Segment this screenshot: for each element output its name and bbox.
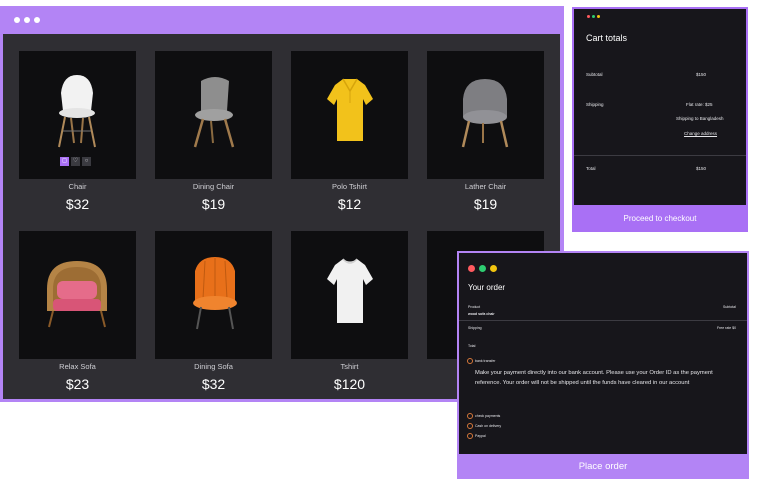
shipping-rate: Flat rate: $25 (686, 102, 713, 107)
window-dot (479, 265, 486, 272)
your-order-panel: Your order Product Subtotal wood sofa ch… (457, 251, 749, 479)
shipping-destination: Shipping to Bangladesh (676, 116, 724, 121)
paypal-radio[interactable] (467, 433, 473, 439)
yellow-polo-tshirt-image[interactable] (291, 51, 408, 179)
bank-transfer-radio[interactable] (467, 358, 473, 364)
gray-dining-chair-image[interactable] (155, 51, 272, 179)
check-payments-label[interactable]: check payments (475, 414, 500, 418)
product-price: $120 (333, 376, 366, 392)
subtotal-label: Subtotal (586, 72, 603, 77)
window-dot (592, 15, 595, 18)
payment-description: Make your payment directly into our bank… (475, 370, 713, 386)
subtotal-column-header: Subtotal (723, 305, 736, 309)
cash-on-delivery-label[interactable]: Cash on delivery (475, 424, 501, 428)
subtotal-value: $150 (696, 72, 707, 77)
heart-icon[interactable]: ♡ (71, 157, 80, 166)
order-shipping-value: Free rate $0 (717, 326, 737, 330)
window-dot (597, 15, 600, 18)
shop-titlebar (0, 6, 564, 34)
your-order-title: Your order (468, 283, 506, 292)
cart-totals-panel: Cart totals Subtotal $150 Shipping Flat … (572, 7, 748, 232)
product-name[interactable]: Chair (19, 182, 136, 191)
change-address-link[interactable]: Change address (684, 131, 717, 136)
product-name[interactable]: Dining Chair (155, 182, 272, 191)
window-dot (468, 265, 475, 272)
white-chair-image[interactable]: ◻ ♡ ○ (19, 51, 136, 179)
divider (459, 320, 747, 321)
white-tshirt-image[interactable] (291, 231, 408, 359)
product-price: $19 (201, 196, 226, 212)
place-order-button[interactable]: Place order (457, 454, 749, 479)
product-name[interactable]: Relax Sofa (19, 362, 136, 371)
order-product-name: wood sofa chair (468, 312, 495, 316)
window-dot (490, 265, 497, 272)
gray-leather-chair-image[interactable] (427, 51, 544, 179)
window-dot (34, 17, 40, 23)
product-name[interactable]: Polo Tshirt (291, 182, 408, 191)
total-label: Total (586, 166, 596, 171)
cart-totals-title: Cart totals (586, 33, 628, 43)
product-price: $12 (337, 196, 362, 212)
order-total-label: Total (468, 344, 476, 348)
cart-icon[interactable]: ◻ (60, 157, 69, 166)
cart-totals-body: Cart totals Subtotal $150 Shipping Flat … (574, 9, 746, 205)
bank-transfer-label[interactable]: bank transfer (475, 359, 495, 363)
divider (574, 155, 746, 156)
paypal-label[interactable]: Paypal (475, 434, 486, 438)
your-order-body: Your order Product Subtotal wood sofa ch… (459, 253, 747, 454)
window-dot (24, 17, 30, 23)
product-price: $32 (201, 376, 226, 392)
window-dot (587, 15, 590, 18)
card-actions: ◻ ♡ ○ (60, 157, 91, 166)
search-icon[interactable]: ○ (82, 157, 91, 166)
product-price: $32 (65, 196, 90, 212)
shipping-label: Shipping (586, 102, 604, 107)
product-name[interactable]: Dining Sofa (155, 362, 272, 371)
proceed-to-checkout-button[interactable]: Proceed to checkout (572, 206, 748, 232)
cash-on-delivery-radio[interactable] (467, 423, 473, 429)
product-price: $23 (65, 376, 90, 392)
check-payments-radio[interactable] (467, 413, 473, 419)
product-price: $19 (473, 196, 498, 212)
orange-sofa-chair-image[interactable] (155, 231, 272, 359)
product-name[interactable]: Tshirt (291, 362, 408, 371)
rattan-sofa-image[interactable] (19, 231, 136, 359)
total-value: $150 (696, 166, 707, 171)
product-column-header: Product (468, 305, 481, 309)
window-dot (14, 17, 20, 23)
order-shipping-label: Shipping (468, 326, 482, 330)
product-name[interactable]: Lather Chair (427, 182, 544, 191)
